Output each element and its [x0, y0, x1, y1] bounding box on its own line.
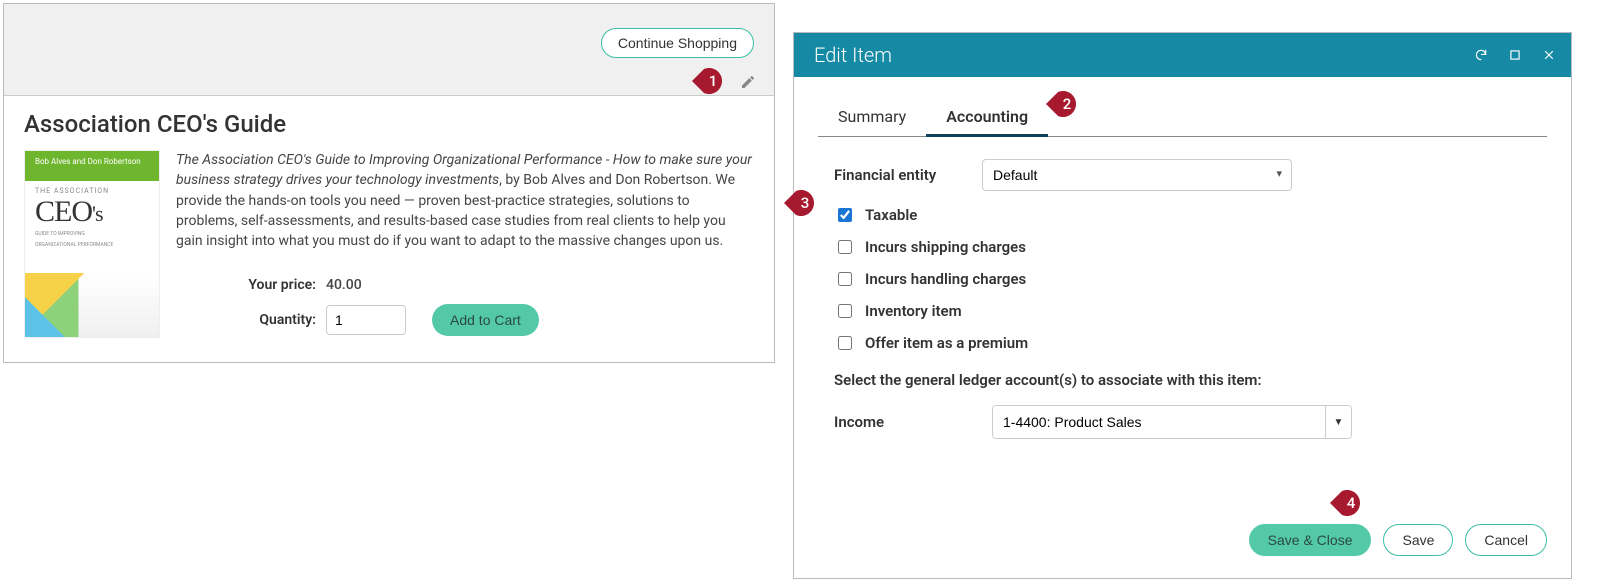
- callout-badge-4: 4: [1330, 488, 1368, 518]
- income-label: Income: [834, 413, 992, 431]
- product-body: Association CEO's Guide Bob Alves and Do…: [4, 96, 774, 362]
- quantity-input[interactable]: [326, 305, 406, 335]
- product-header-bar: Continue Shopping: [4, 4, 774, 96]
- book-cover-image: Bob Alves and Don Robertson THE ASSOCIAT…: [24, 150, 160, 338]
- book-cover-author-bar: Bob Alves and Don Robertson: [25, 151, 159, 181]
- callout-badge-3: 3: [784, 188, 822, 218]
- modal-title: Edit Item: [814, 43, 1473, 67]
- price-value: 40.00: [326, 275, 362, 295]
- callout-number-1: 1: [709, 72, 718, 90]
- modal-header: Edit Item: [794, 33, 1571, 77]
- financial-entity-select[interactable]: Default: [982, 159, 1292, 191]
- financial-entity-label: Financial entity: [834, 166, 982, 184]
- handling-charges-label: Incurs handling charges: [865, 270, 1026, 288]
- price-label: Your price:: [176, 275, 316, 295]
- income-account-combo[interactable]: ▼: [992, 405, 1352, 439]
- product-title: Association CEO's Guide: [24, 110, 754, 138]
- modal-footer: Save & Close Save Cancel: [794, 510, 1571, 578]
- close-icon[interactable]: [1541, 47, 1557, 63]
- callout-number-2: 2: [1063, 95, 1072, 113]
- refresh-icon[interactable]: [1473, 47, 1489, 63]
- book-cover-ceo-text: CEO's: [35, 197, 149, 227]
- taxable-label: Taxable: [865, 206, 917, 224]
- save-button[interactable]: Save: [1383, 524, 1453, 556]
- tab-accounting[interactable]: Accounting: [926, 99, 1048, 136]
- inventory-item-checkbox[interactable]: [838, 304, 852, 318]
- add-to-cart-button[interactable]: Add to Cart: [432, 304, 539, 336]
- edit-item-modal: Edit Item Summary Accounting Financial e…: [793, 32, 1572, 579]
- product-description: The Association CEO's Guide to Improving…: [176, 150, 754, 338]
- accounting-form: Financial entity Default Taxable Incurs …: [794, 137, 1571, 510]
- save-and-close-button[interactable]: Save & Close: [1249, 524, 1372, 556]
- callout-number-3: 3: [801, 194, 810, 212]
- premium-item-label: Offer item as a premium: [865, 334, 1028, 352]
- book-cover-label: THE ASSOCIATION: [35, 187, 149, 195]
- maximize-icon[interactable]: [1507, 47, 1523, 63]
- tab-bar: Summary Accounting: [818, 99, 1547, 137]
- continue-shopping-button[interactable]: Continue Shopping: [601, 28, 754, 58]
- book-cover-subtitle1: GUIDE TO IMPROVING: [35, 231, 149, 238]
- edit-pencil-icon[interactable]: [738, 72, 758, 92]
- taxable-checkbox[interactable]: [838, 208, 852, 222]
- handling-charges-checkbox[interactable]: [838, 272, 852, 286]
- book-cover-graphic: [25, 273, 159, 337]
- income-account-input[interactable]: [993, 406, 1325, 438]
- callout-number-4: 4: [1347, 494, 1356, 512]
- tab-summary[interactable]: Summary: [818, 99, 926, 136]
- callout-badge-1: 1: [692, 66, 730, 96]
- chevron-down-icon[interactable]: ▼: [1325, 406, 1351, 438]
- quantity-label: Quantity:: [176, 310, 316, 330]
- inventory-item-label: Inventory item: [865, 302, 962, 320]
- premium-item-checkbox[interactable]: [838, 336, 852, 350]
- cancel-button[interactable]: Cancel: [1465, 524, 1547, 556]
- shipping-charges-checkbox[interactable]: [838, 240, 852, 254]
- ledger-instruction-text: Select the general ledger account(s) to …: [834, 371, 1543, 389]
- shipping-charges-label: Incurs shipping charges: [865, 238, 1026, 256]
- product-panel: Continue Shopping Association CEO's Guid…: [3, 3, 775, 363]
- book-cover-subtitle2: ORGANIZATIONAL PERFORMANCE: [35, 242, 149, 249]
- callout-badge-2: 2: [1046, 89, 1084, 119]
